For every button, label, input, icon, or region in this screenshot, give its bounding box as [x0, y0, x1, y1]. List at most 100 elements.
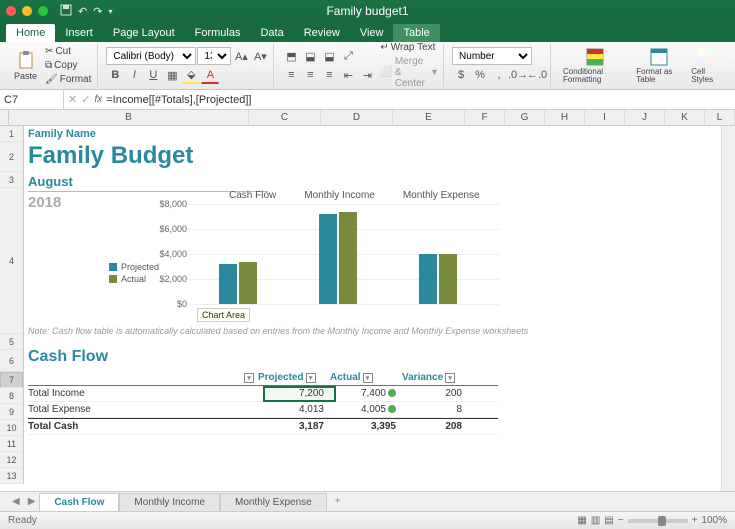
- view-layout-icon[interactable]: ▥: [591, 515, 600, 526]
- underline-button[interactable]: U: [144, 66, 162, 84]
- column-header[interactable]: H: [545, 110, 585, 125]
- add-sheet-button[interactable]: +: [327, 496, 349, 507]
- number-format-select[interactable]: Number: [452, 47, 532, 65]
- tab-review[interactable]: Review: [294, 24, 350, 42]
- row-header[interactable]: 1: [0, 126, 23, 142]
- qat-dropdown-icon[interactable]: ▾: [108, 7, 112, 16]
- redo-icon[interactable]: ↷: [93, 5, 102, 18]
- chart[interactable]: Cash Flow Monthly Income Monthly Expense…: [109, 190, 509, 320]
- name-box[interactable]: C7: [0, 90, 64, 109]
- tab-formulas[interactable]: Formulas: [185, 24, 251, 42]
- align-top-icon[interactable]: ⬒: [282, 47, 300, 65]
- row-header[interactable]: 10: [0, 420, 23, 436]
- zoom-out-icon[interactable]: −: [618, 515, 624, 526]
- column-header[interactable]: C: [249, 110, 321, 125]
- orientation-icon[interactable]: ⤢: [339, 47, 357, 65]
- column-header[interactable]: F: [465, 110, 505, 125]
- column-header[interactable]: D: [321, 110, 393, 125]
- close-window-icon[interactable]: [6, 6, 16, 16]
- vertical-scrollbar[interactable]: [721, 126, 735, 491]
- font-name-select[interactable]: Calibri (Body): [106, 47, 196, 65]
- conditional-formatting-button[interactable]: Conditional Formatting: [559, 45, 630, 86]
- column-header[interactable]: E: [393, 110, 465, 125]
- view-pagebreak-icon[interactable]: ▤: [604, 515, 613, 526]
- bold-button[interactable]: B: [106, 66, 124, 84]
- select-all-corner[interactable]: [0, 110, 9, 125]
- indent-increase-icon[interactable]: ⇥: [358, 66, 376, 84]
- align-left-icon[interactable]: ≡: [282, 66, 300, 84]
- tab-nav-next-icon[interactable]: ▶: [24, 496, 40, 507]
- undo-icon[interactable]: ↶: [78, 5, 87, 18]
- column-header[interactable]: J: [625, 110, 665, 125]
- row-header[interactable]: 4: [0, 188, 23, 334]
- zoom-level[interactable]: 100%: [701, 515, 727, 526]
- minimize-window-icon[interactable]: [22, 6, 32, 16]
- tab-data[interactable]: Data: [250, 24, 293, 42]
- row-header[interactable]: 2: [0, 142, 23, 172]
- cancel-formula-icon[interactable]: ✕: [68, 93, 77, 106]
- filter-icon[interactable]: ▾: [363, 373, 373, 383]
- align-right-icon[interactable]: ≡: [320, 66, 338, 84]
- worksheet[interactable]: 12345678910111213141516 Family Name Fami…: [0, 126, 735, 484]
- indent-decrease-icon[interactable]: ⇤: [339, 66, 357, 84]
- column-header[interactable]: L: [705, 110, 735, 125]
- format-as-table-button[interactable]: Format as Table: [632, 45, 685, 86]
- row-header[interactable]: 3: [0, 172, 23, 188]
- paste-button[interactable]: Paste: [10, 48, 41, 83]
- row-header[interactable]: 5: [0, 334, 23, 350]
- tab-view[interactable]: View: [350, 24, 394, 42]
- filter-icon[interactable]: ▾: [306, 373, 316, 383]
- align-bottom-icon[interactable]: ⬓: [320, 47, 338, 65]
- column-header[interactable]: I: [585, 110, 625, 125]
- increase-decimal-icon[interactable]: .0→: [509, 66, 527, 84]
- fill-color-button[interactable]: ⬙: [182, 66, 200, 84]
- row-header[interactable]: 9: [0, 404, 23, 420]
- merge-center-button[interactable]: ⬜ Merge & Center ▾: [378, 55, 439, 90]
- tab-table[interactable]: Table: [393, 24, 439, 42]
- row-header[interactable]: 12: [0, 452, 23, 468]
- row-header[interactable]: 6: [0, 350, 23, 372]
- view-normal-icon[interactable]: ▦: [577, 515, 586, 526]
- cut-button[interactable]: ✂ Cut: [43, 45, 93, 58]
- column-header[interactable]: G: [505, 110, 545, 125]
- format-painter-button[interactable]: 🖌 Format: [43, 73, 93, 86]
- border-button[interactable]: ▦: [163, 66, 181, 84]
- align-middle-icon[interactable]: ⬓: [301, 47, 319, 65]
- tab-page-layout[interactable]: Page Layout: [103, 24, 185, 42]
- enter-formula-icon[interactable]: ✓: [81, 93, 90, 106]
- percent-icon[interactable]: %: [471, 66, 489, 84]
- save-icon[interactable]: [60, 4, 72, 19]
- fx-icon[interactable]: fx: [94, 94, 102, 105]
- zoom-in-icon[interactable]: +: [692, 515, 698, 526]
- row-header[interactable]: 8: [0, 388, 23, 404]
- column-header[interactable]: K: [665, 110, 705, 125]
- formula-input[interactable]: =Income[[#Totals],[Projected]]: [106, 94, 731, 106]
- row-header[interactable]: 11: [0, 436, 23, 452]
- align-center-icon[interactable]: ≡: [301, 66, 319, 84]
- cell-styles-button[interactable]: Cell Styles: [687, 45, 725, 86]
- decrease-font-icon[interactable]: A▾: [251, 47, 269, 65]
- copy-button[interactable]: ⧉ Copy: [43, 59, 93, 72]
- comma-icon[interactable]: ,: [490, 66, 508, 84]
- tab-nav-prev-icon[interactable]: ◀: [8, 496, 24, 507]
- font-size-select[interactable]: 13: [197, 47, 231, 65]
- zoom-slider[interactable]: [628, 519, 688, 523]
- row-header[interactable]: 13: [0, 468, 23, 484]
- wrap-text-button[interactable]: ↵ Wrap Text: [378, 41, 439, 54]
- filter-icon[interactable]: ▾: [445, 373, 455, 383]
- row-header[interactable]: 7: [0, 372, 23, 388]
- currency-icon[interactable]: $: [452, 66, 470, 84]
- increase-font-icon[interactable]: A▴: [232, 47, 250, 65]
- font-color-button[interactable]: A: [201, 66, 219, 84]
- decrease-decimal-icon[interactable]: ←.0: [528, 66, 546, 84]
- sheet-tab-monthly-expense[interactable]: Monthly Expense: [220, 493, 327, 511]
- filter-icon[interactable]: ▾: [244, 373, 254, 383]
- sheet-tab-cash-flow[interactable]: Cash Flow: [39, 493, 119, 511]
- italic-button[interactable]: I: [125, 66, 143, 84]
- tab-home[interactable]: Home: [6, 24, 55, 42]
- sheet-tab-monthly-income[interactable]: Monthly Income: [119, 493, 220, 511]
- zoom-window-icon[interactable]: [38, 6, 48, 16]
- tab-insert[interactable]: Insert: [55, 24, 103, 42]
- column-header[interactable]: B: [9, 110, 249, 125]
- chart-bar: [219, 264, 237, 304]
